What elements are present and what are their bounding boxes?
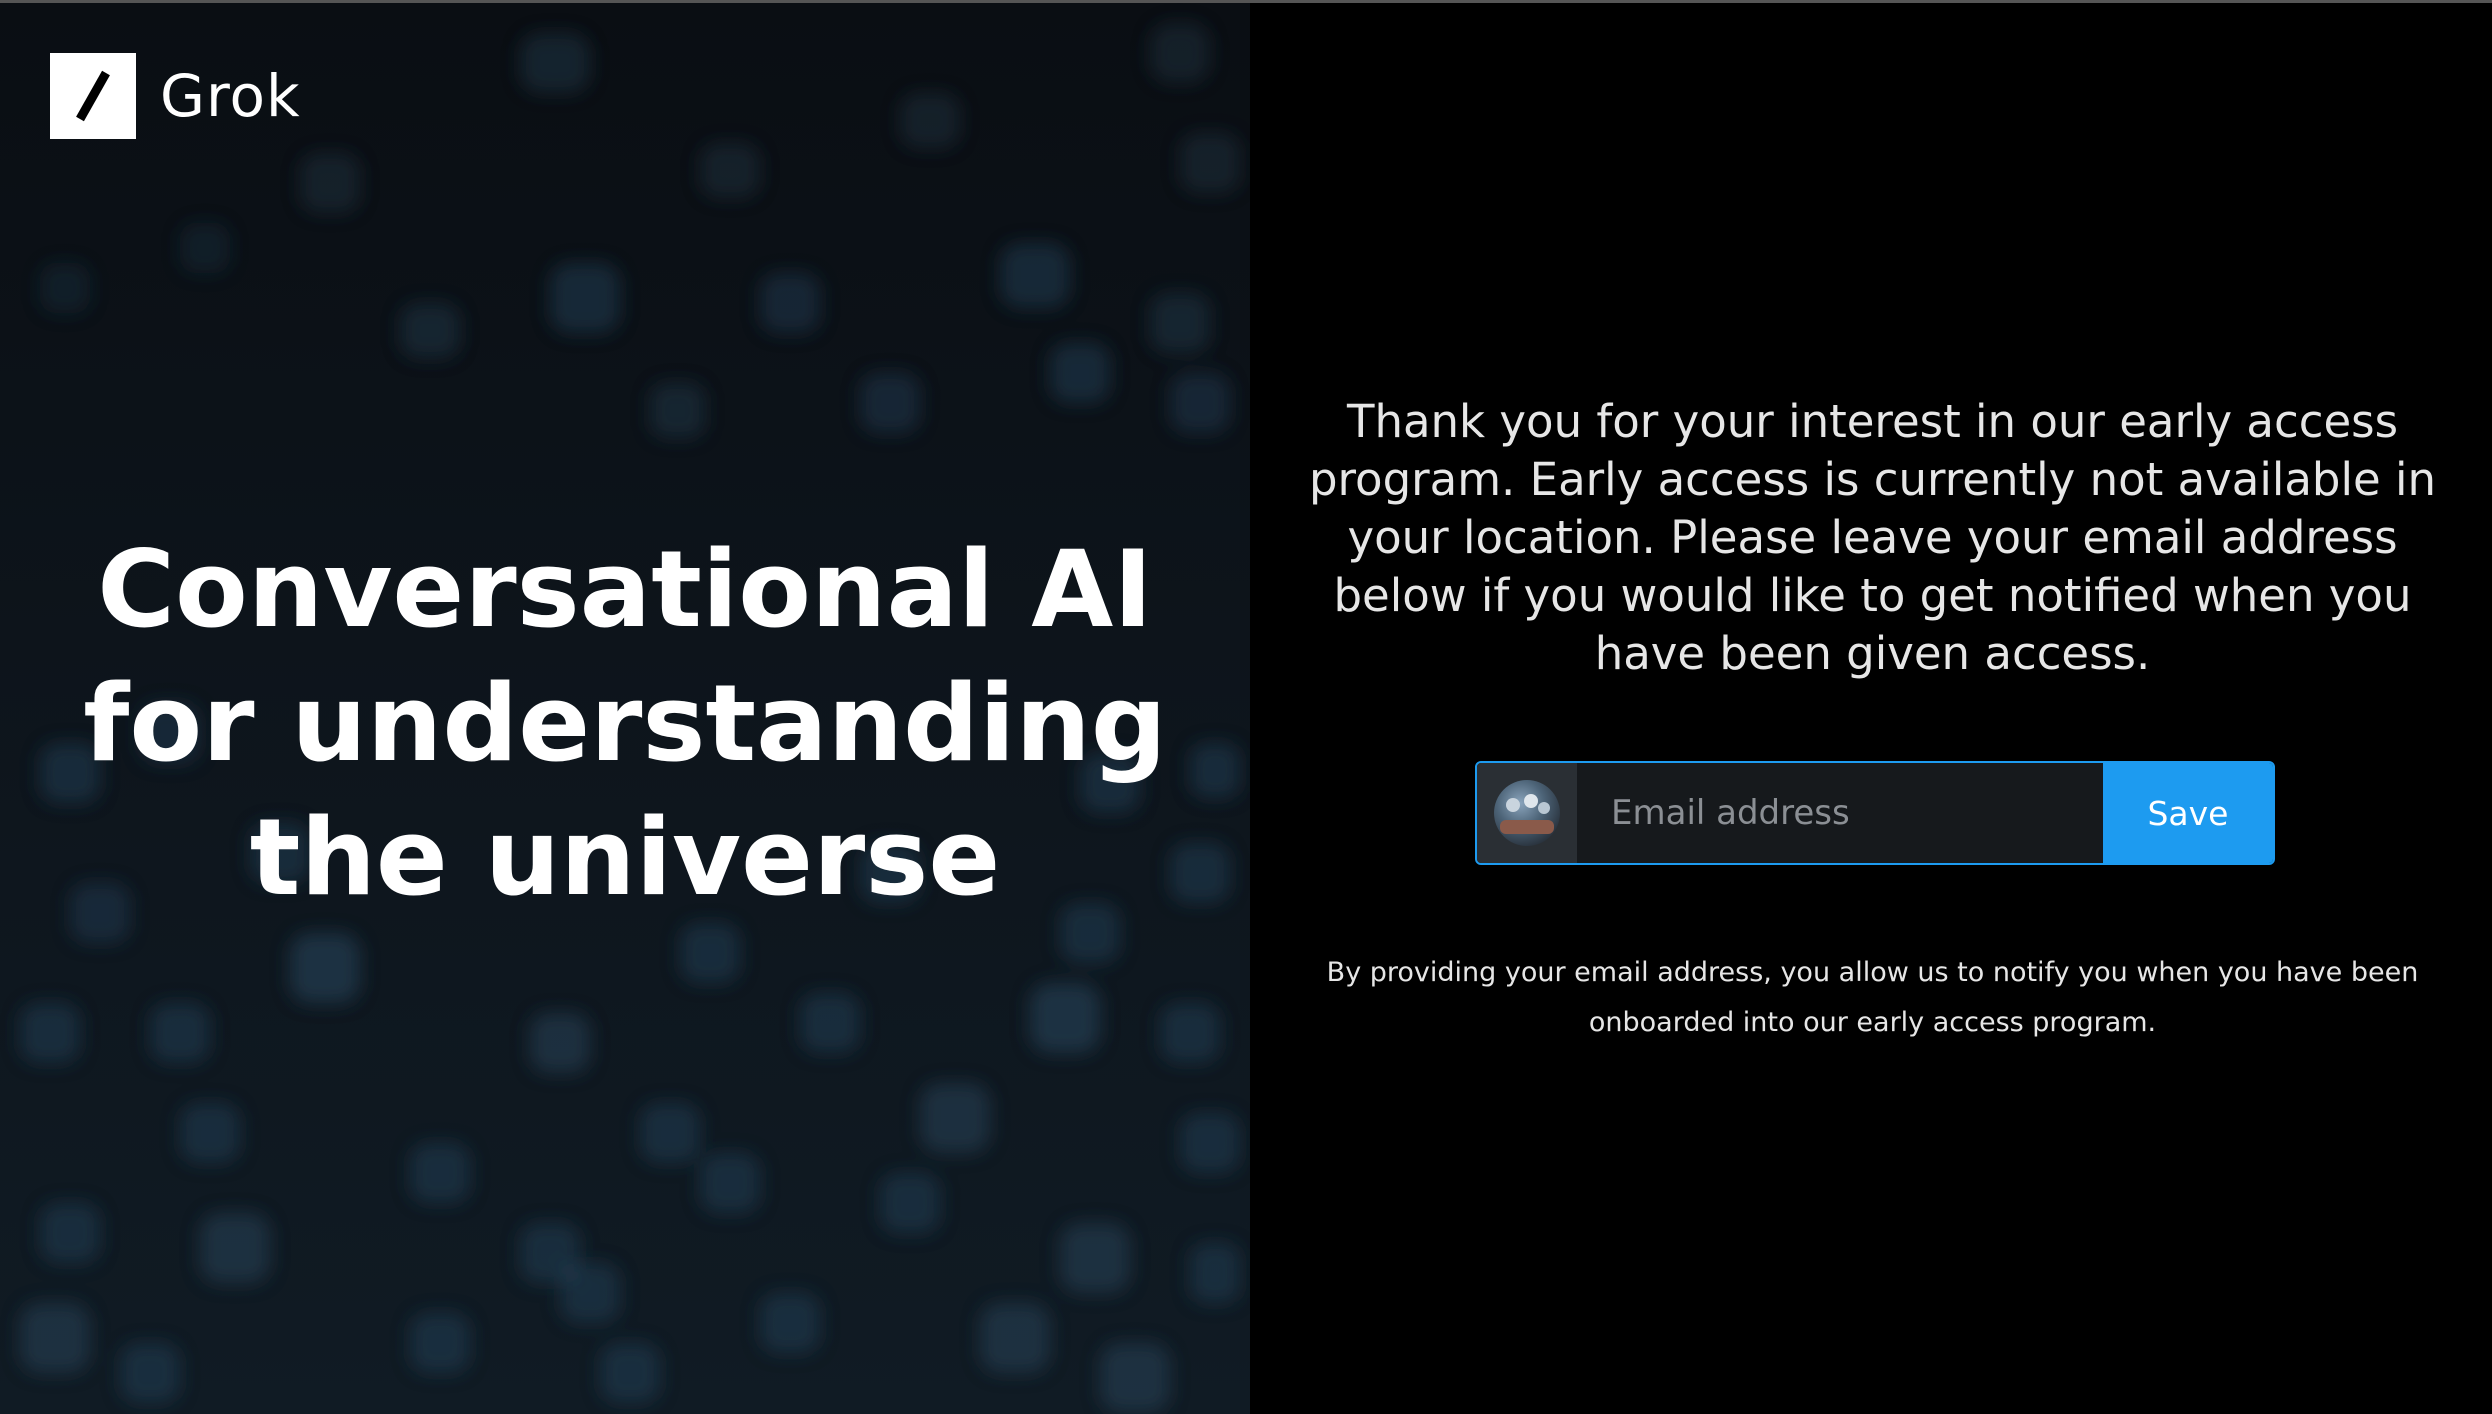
avatar-cell: [1477, 763, 1577, 863]
hero-panel: Grok Conversational AI for understanding…: [0, 3, 1250, 1414]
email-input[interactable]: [1577, 763, 2103, 863]
signup-panel: Thank you for your interest in our early…: [1250, 3, 2492, 1414]
hero-headline: Conversational AI for understanding the …: [83, 528, 1167, 919]
early-access-message: Thank you for your interest in our early…: [1308, 395, 2437, 680]
brand-name: Grok: [160, 62, 301, 130]
email-signup-form: Save: [1475, 761, 2275, 865]
slash-logo-icon: [50, 53, 136, 139]
brand-logo[interactable]: Grok: [50, 53, 301, 139]
save-button[interactable]: Save: [2103, 763, 2273, 863]
email-disclaimer: By providing your email address, you all…: [1326, 957, 2419, 1038]
user-avatar: [1494, 780, 1560, 846]
